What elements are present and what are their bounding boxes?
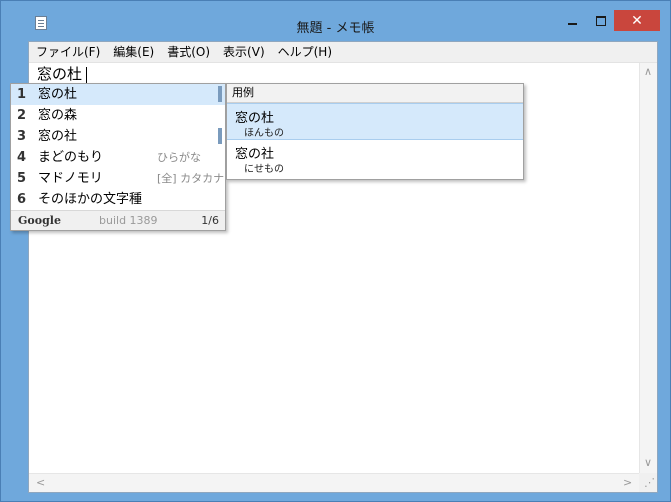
vertical-scrollbar[interactable]: ∧ ∨ — [639, 63, 657, 473]
candidate-text: 窓の森 — [38, 108, 78, 123]
usage-header: 用例 — [227, 84, 523, 103]
candidate-hint: [全] カタカナ — [157, 172, 225, 185]
candidate-number: 2 — [17, 108, 27, 123]
close-icon: ✕ — [631, 12, 643, 29]
candidate-number: 6 — [17, 192, 27, 207]
minimize-button[interactable] — [559, 10, 586, 31]
menu-format[interactable]: 書式(O) — [160, 42, 216, 62]
candidate-footer: Google build 1389 1/6 — [11, 210, 225, 230]
usage-reading: にせもの — [244, 164, 284, 175]
candidate-scroll-indicator — [218, 86, 222, 102]
menu-edit[interactable]: 編集(E) — [106, 42, 160, 62]
candidate-scroll-indicator — [218, 128, 222, 144]
candidate-text: 窓の社 — [38, 129, 78, 144]
google-logo: Google — [18, 214, 61, 227]
minimize-icon — [568, 22, 577, 25]
candidate-item[interactable]: 6 そのほかの文字種 — [11, 189, 225, 210]
menu-bar: ファイル(F) 編集(E) 書式(O) 表示(V) ヘルプ(H) — [29, 42, 657, 63]
candidate-number: 5 — [17, 171, 27, 186]
candidate-item[interactable]: 5 マドノモリ [全] カタカナ — [11, 168, 225, 189]
candidate-number: 4 — [17, 150, 27, 165]
build-label: build 1389 — [99, 214, 158, 227]
candidate-hint: ひらがな — [157, 151, 201, 164]
candidate-text: まどのもり — [38, 150, 104, 165]
scroll-up-icon[interactable]: ∧ — [644, 65, 652, 78]
scroll-left-icon[interactable]: < — [36, 476, 45, 489]
usage-item[interactable]: 窓の社 にせもの — [227, 140, 523, 177]
menu-help[interactable]: ヘルプ(H) — [271, 42, 338, 62]
menu-view[interactable]: 表示(V) — [216, 42, 271, 62]
candidate-item[interactable]: 1 窓の杜 — [11, 84, 225, 105]
menu-file[interactable]: ファイル(F) — [29, 42, 106, 62]
size-grip-icon: ⋰ — [644, 476, 655, 489]
close-button[interactable]: ✕ — [614, 10, 660, 31]
candidate-number: 1 — [17, 87, 27, 102]
title-bar[interactable]: 無題 - メモ帳 ✕ — [1, 1, 670, 38]
candidate-text: そのほかの文字種 — [38, 192, 143, 207]
candidate-text: マドノモリ — [38, 171, 103, 186]
text-caret — [86, 67, 87, 84]
candidate-item[interactable]: 2 窓の森 — [11, 105, 225, 126]
scroll-right-icon[interactable]: > — [623, 476, 632, 489]
maximize-button[interactable] — [587, 10, 614, 31]
candidate-page-indicator: 1/6 — [201, 214, 219, 227]
maximize-icon — [595, 15, 606, 26]
notepad-window: 無題 - メモ帳 ✕ ファイル(F) 編集(E) 書式(O) 表示(V) ヘルプ… — [0, 0, 671, 502]
ime-candidate-window: 1 窓の杜 2 窓の森 3 窓の社 4 まどのもり ひらがな 5 マドノモリ [… — [10, 83, 226, 231]
usage-reading: ほんもの — [244, 128, 284, 139]
horizontal-scrollbar[interactable]: < > — [29, 473, 639, 492]
candidate-item[interactable]: 4 まどのもり ひらがな — [11, 147, 225, 168]
candidate-text: 窓の杜 — [38, 87, 78, 102]
size-grip[interactable]: ⋰ — [639, 473, 657, 492]
usage-examples-window: 用例 窓の杜 ほんもの 窓の社 にせもの — [226, 83, 524, 180]
candidate-item[interactable]: 3 窓の社 — [11, 126, 225, 147]
candidate-number: 3 — [17, 129, 27, 144]
scroll-down-icon[interactable]: ∨ — [644, 456, 652, 469]
usage-item[interactable]: 窓の杜 ほんもの — [227, 103, 523, 140]
